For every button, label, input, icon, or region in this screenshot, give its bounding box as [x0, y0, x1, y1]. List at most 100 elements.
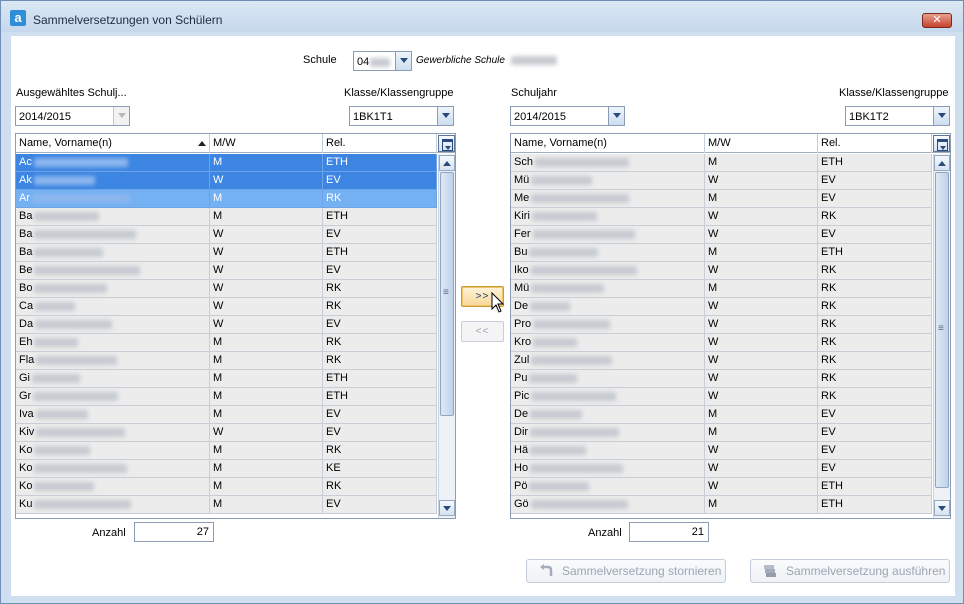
table-row[interactable]: Bo W RK [16, 280, 437, 298]
table-row[interactable]: Gi M ETH [16, 370, 437, 388]
cell-religion: RK [818, 280, 932, 297]
scroll-down-icon[interactable] [439, 500, 455, 516]
column-header-gender[interactable]: M/W [705, 134, 818, 153]
table-row[interactable]: Gr M ETH [16, 388, 437, 406]
left-class-combo[interactable]: 1BK1T1 [349, 106, 454, 126]
table-row[interactable]: Mü W EV [511, 172, 932, 190]
table-row[interactable]: Ko M KE [16, 460, 437, 478]
cell-religion: RK [818, 370, 932, 387]
table-row[interactable]: Ak W EV [16, 172, 437, 190]
scroll-up-icon[interactable] [439, 155, 455, 171]
table-row[interactable]: Ba W EV [16, 226, 437, 244]
cancel-transfer-button[interactable]: Sammelversetzung stornieren [526, 559, 726, 583]
cell-name: Ko [16, 442, 210, 459]
table-row[interactable]: Fla M RK [16, 352, 437, 370]
cell-name: Hä [511, 442, 705, 459]
table-row[interactable]: Ba M ETH [16, 208, 437, 226]
column-chooser-icon[interactable] [933, 135, 950, 152]
table-row[interactable]: Zul W RK [511, 352, 932, 370]
table-row[interactable]: Ku M EV [16, 496, 437, 514]
table-row[interactable]: Dir M EV [511, 424, 932, 442]
chevron-down-icon[interactable] [395, 52, 411, 70]
scroll-thumb[interactable] [440, 172, 454, 416]
table-row[interactable]: Mü M RK [511, 280, 932, 298]
table-row[interactable]: Pu W RK [511, 370, 932, 388]
cell-name: Kro [511, 334, 705, 351]
table-row[interactable]: Ar M RK [16, 190, 437, 208]
right-year-combo[interactable]: 2014/2015 [510, 106, 625, 126]
cell-gender: M [210, 478, 323, 495]
cell-gender: W [705, 316, 818, 333]
table-row[interactable]: Ba W ETH [16, 244, 437, 262]
table-row[interactable]: Pro W RK [511, 316, 932, 334]
cell-gender: M [210, 496, 323, 513]
dialog-content: Schule 04 Gewerbliche Schule Ausgewählte… [11, 36, 955, 596]
chevron-down-icon[interactable] [933, 107, 949, 125]
execute-transfer-button[interactable]: Sammelversetzung ausführen [750, 559, 950, 583]
column-header-gender[interactable]: M/W [210, 134, 323, 153]
vertical-scrollbar[interactable] [933, 154, 950, 518]
cell-name: Ba [16, 208, 210, 225]
table-row[interactable]: Ko M RK [16, 478, 437, 496]
scroll-down-icon[interactable] [934, 500, 950, 516]
table-row[interactable]: Gö M ETH [511, 496, 932, 514]
close-button[interactable]: ✕ [922, 13, 952, 28]
column-header-religion[interactable]: Rel. [323, 134, 437, 153]
move-left-button[interactable]: << [461, 321, 504, 342]
table-row[interactable]: Pö W ETH [511, 478, 932, 496]
column-header-name[interactable]: Name, Vorname(n) [16, 134, 210, 153]
redacted-text [531, 193, 630, 203]
cell-gender: M [210, 208, 323, 225]
table-row[interactable]: Fer W EV [511, 226, 932, 244]
table-row[interactable]: Ho W EV [511, 460, 932, 478]
name-visible-part: Pu [514, 372, 528, 384]
table-row[interactable]: Ko M RK [16, 442, 437, 460]
table-row[interactable]: Bu M ETH [511, 244, 932, 262]
cell-gender: M [210, 460, 323, 477]
cell-name: Mü [511, 280, 705, 297]
scroll-up-icon[interactable] [934, 155, 950, 171]
table-row[interactable]: Me M EV [511, 190, 932, 208]
table-row[interactable]: Ac M ETH [16, 154, 437, 172]
name-visible-part: Gi [19, 372, 30, 384]
table-row[interactable]: Kiv W EV [16, 424, 437, 442]
redacted-text [510, 55, 557, 65]
cell-gender: W [705, 208, 818, 225]
table-row[interactable]: Da W EV [16, 316, 437, 334]
cell-name: Ca [16, 298, 210, 315]
table-row[interactable]: Iko W RK [511, 262, 932, 280]
chevron-down-icon[interactable] [437, 107, 453, 125]
column-header-religion[interactable]: Rel. [818, 134, 932, 153]
cell-religion: RK [818, 334, 932, 351]
table-row[interactable]: Kro W RK [511, 334, 932, 352]
table-row[interactable]: Eh M RK [16, 334, 437, 352]
column-chooser-icon[interactable] [438, 135, 455, 152]
table-row[interactable]: De W RK [511, 298, 932, 316]
table-row[interactable]: Iva M EV [16, 406, 437, 424]
cell-religion: KE [323, 460, 437, 477]
table-row[interactable]: Ca W RK [16, 298, 437, 316]
cell-gender: M [705, 424, 818, 441]
school-combo[interactable]: 04 [353, 51, 412, 71]
chevron-down-icon[interactable] [608, 107, 624, 125]
name-visible-part: Bo [19, 282, 33, 294]
cell-name: Bu [511, 244, 705, 261]
table-row[interactable]: De M EV [511, 406, 932, 424]
right-class-combo[interactable]: 1BK1T2 [845, 106, 950, 126]
title-bar[interactable]: a Sammelversetzungen von Schülern ✕ [1, 1, 963, 32]
vertical-scrollbar[interactable] [438, 154, 455, 518]
cell-name: Gö [511, 496, 705, 513]
table-row[interactable]: Pic W RK [511, 388, 932, 406]
name-visible-part: Dir [514, 426, 529, 438]
dialog-window: a Sammelversetzungen von Schülern ✕ Schu… [0, 0, 964, 604]
table-row[interactable]: Sch M ETH [511, 154, 932, 172]
table-row[interactable]: Hä W EV [511, 442, 932, 460]
cell-gender: W [705, 334, 818, 351]
cell-gender: M [705, 280, 818, 297]
table-row[interactable]: Be W EV [16, 262, 437, 280]
name-visible-part: Gö [514, 498, 529, 510]
table-row[interactable]: Kiri W RK [511, 208, 932, 226]
scroll-thumb[interactable] [935, 172, 949, 488]
cell-name: Mü [511, 172, 705, 189]
column-header-name[interactable]: Name, Vorname(n) [511, 134, 705, 153]
